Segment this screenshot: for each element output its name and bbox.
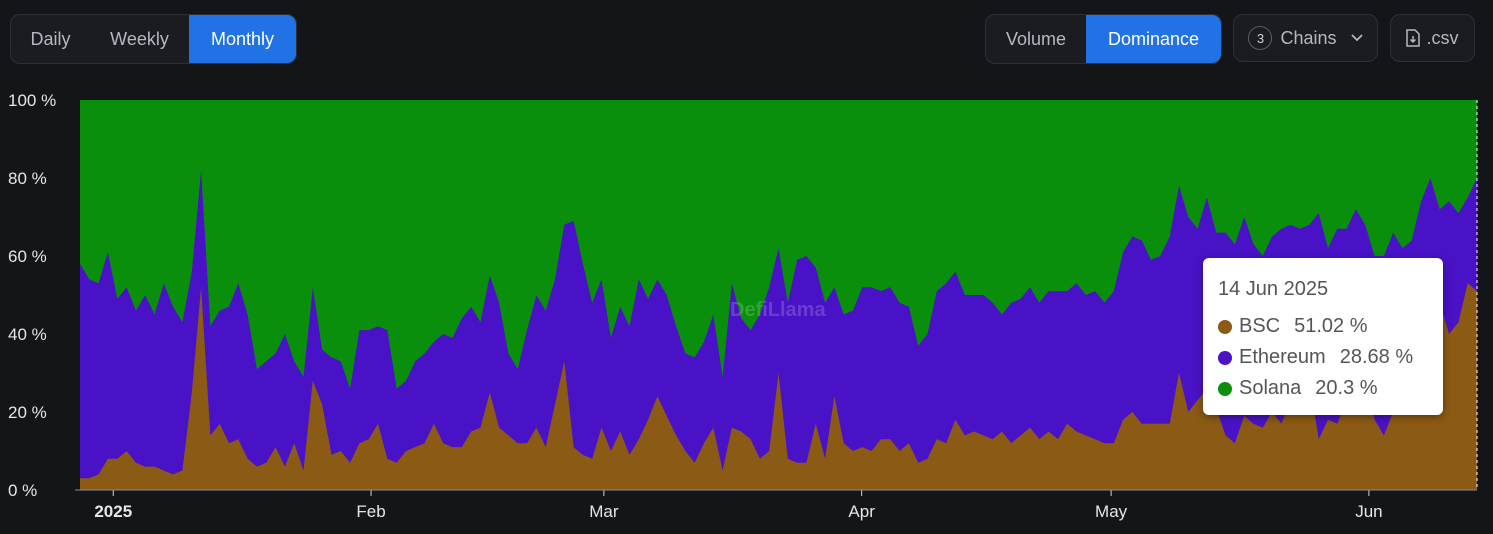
x-tick-label: Feb — [356, 502, 385, 521]
bsc-dot — [1218, 319, 1232, 334]
tooltip-row-ethereum: Ethereum 28.68 % — [1218, 342, 1443, 373]
x-axis: 2025 Feb Mar Apr May Jun — [75, 489, 1477, 521]
y-tick-label: 80 % — [8, 169, 47, 188]
y-tick-label: 60 % — [8, 247, 47, 266]
ethereum-dot — [1218, 350, 1232, 365]
x-tick-label: Mar — [589, 502, 619, 521]
y-tick-label: 20 % — [8, 403, 47, 422]
y-tick-label: 40 % — [8, 325, 47, 344]
watermark: DefiLlama — [730, 299, 826, 321]
tooltip-name: Solana — [1239, 377, 1302, 399]
x-tick-label: Jun — [1355, 502, 1382, 521]
tooltip-value: 20.3 % — [1315, 377, 1378, 399]
x-tick-label: 2025 — [94, 502, 132, 521]
solana-dot — [1218, 381, 1232, 396]
y-tick-label: 100 % — [8, 91, 56, 110]
chart-tooltip: 14 Jun 2025 BSC 51.02 % Ethereum 28.68 %… — [1203, 258, 1443, 415]
tooltip-row-bsc: BSC 51.02 % — [1218, 311, 1443, 342]
y-tick-label: 0 % — [8, 481, 37, 500]
x-tick-label: May — [1095, 502, 1128, 521]
y-axis: 0 % 20 % 40 % 60 % 80 % 100 % — [8, 91, 56, 500]
tooltip-name: Ethereum — [1239, 346, 1326, 368]
tooltip-date: 14 Jun 2025 — [1218, 278, 1329, 300]
tooltip-value: 51.02 % — [1294, 315, 1368, 337]
x-tick-label: Apr — [848, 502, 875, 521]
tooltip-name: BSC — [1239, 315, 1281, 337]
tooltip-row-solana: Solana 20.3 % — [1218, 373, 1443, 404]
tooltip-value: 28.68 % — [1339, 346, 1414, 368]
